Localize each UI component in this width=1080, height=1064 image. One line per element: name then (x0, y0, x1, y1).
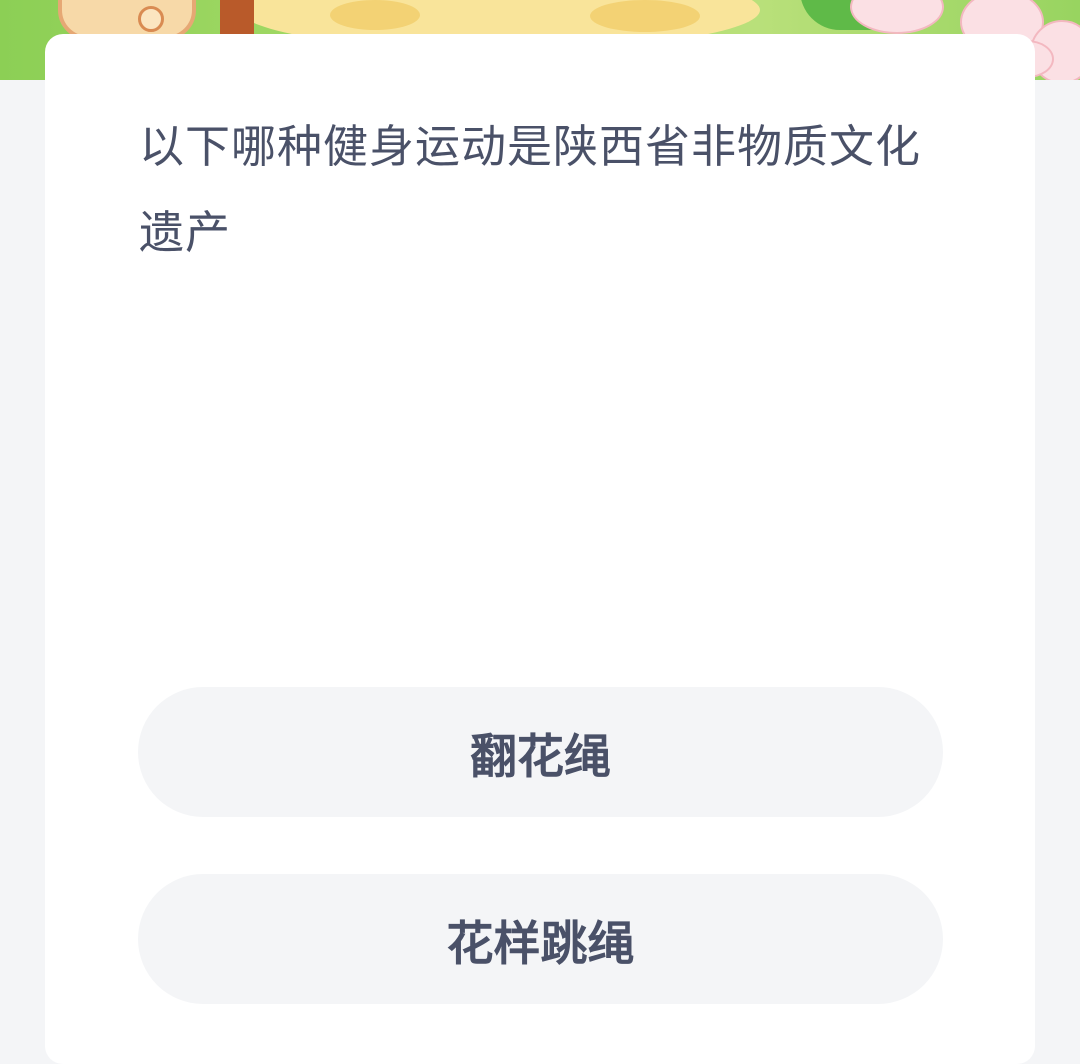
question-text: 以下哪种健身运动是陕西省非物质文化遗产 (139, 120, 922, 259)
answer-option-2-button[interactable]: 花样跳绳 (138, 874, 943, 1004)
answer-option-1-button[interactable]: 翻花绳 (138, 687, 943, 817)
sand-patch-shape (590, 0, 700, 32)
sand-patch-shape (330, 0, 420, 30)
character-badge-shape (138, 6, 164, 32)
quiz-card: 以下哪种健身运动是陕西省非物质文化遗产 翻花绳 花样跳绳 (45, 34, 1035, 1064)
